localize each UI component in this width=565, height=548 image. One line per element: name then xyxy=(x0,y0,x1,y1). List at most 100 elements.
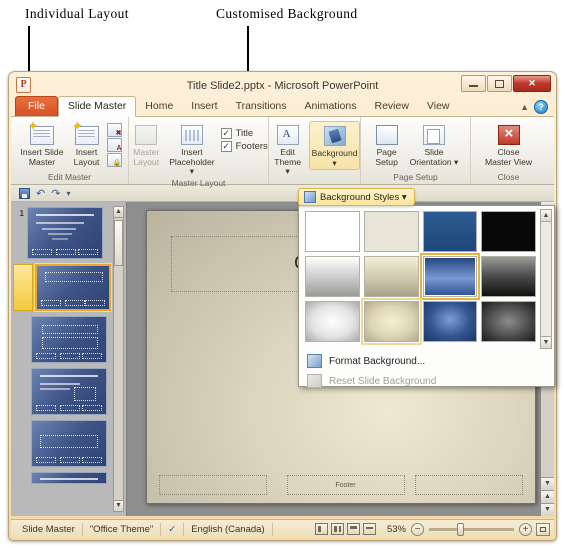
menu-item-format-background-label: Format Background... xyxy=(329,355,426,367)
thumbnail-scroll-down-icon[interactable]: ▼ xyxy=(114,500,123,511)
annotation-label-customised-background: Customised Background xyxy=(216,6,358,21)
normal-view-icon[interactable] xyxy=(314,523,328,535)
tab-home[interactable]: Home xyxy=(136,97,182,116)
thumbnail-slide-master[interactable] xyxy=(27,207,103,259)
window-title: Title Slide2.pptx - Microsoft PowerPoint xyxy=(186,79,379,92)
thumbnail-layout[interactable] xyxy=(31,316,107,363)
preserve-icon[interactable]: 🔒 xyxy=(106,153,122,167)
gallery-scrollbar[interactable]: ▲ ▼ xyxy=(540,209,552,349)
close-master-view-button[interactable]: Close Master View xyxy=(482,121,535,168)
ribbon-group-title-page-setup: Page Setup xyxy=(393,172,438,182)
background-swatch-8[interactable] xyxy=(481,256,536,297)
background-button[interactable]: Background ▾ xyxy=(309,121,360,170)
zoom-slider-handle[interactable] xyxy=(457,522,464,536)
redo-icon[interactable]: ↷ xyxy=(51,187,60,200)
spellcheck-icon[interactable]: ✓ xyxy=(161,522,185,536)
thumbnail-layout[interactable] xyxy=(31,368,107,415)
thumbnail-scroll-thumb[interactable] xyxy=(114,220,123,266)
edit-theme-icon xyxy=(275,122,301,146)
tab-transitions[interactable]: Transitions xyxy=(227,97,296,116)
zoom-out-button[interactable]: − xyxy=(411,522,424,536)
tab-slide-master[interactable]: Slide Master xyxy=(57,96,137,117)
tab-review[interactable]: Review xyxy=(365,97,417,116)
ribbon-group-master-layout: Master Layout Insert Placeholder ▾ ✓ Tit… xyxy=(129,117,269,188)
menu-item-format-background[interactable]: Format Background... xyxy=(299,351,554,371)
customize-quick-access-icon[interactable]: ▾ xyxy=(66,189,70,198)
tab-file[interactable]: File xyxy=(15,96,58,116)
gallery-scroll-down-icon[interactable]: ▼ xyxy=(541,336,551,348)
edit-theme-button[interactable]: Edit Theme ▾ xyxy=(269,121,306,178)
thumbnail-layout-selected[interactable] xyxy=(35,264,111,311)
ribbon-group-title-master-layout: Master Layout xyxy=(171,177,226,188)
background-swatch-9[interactable] xyxy=(305,301,360,342)
background-swatch-6[interactable] xyxy=(363,256,419,297)
insert-placeholder-label: Insert Placeholder ▾ xyxy=(169,147,215,176)
thumbnail-layout[interactable] xyxy=(31,420,107,467)
background-swatch-2[interactable] xyxy=(363,211,419,252)
insert-slide-master-icon: ✦ xyxy=(28,120,55,146)
thumbnail-row-master[interactable]: 1 xyxy=(15,207,126,259)
master-layout-button[interactable]: Master Layout xyxy=(129,121,163,168)
tab-animations[interactable]: Animations xyxy=(296,97,366,116)
gallery-scroll-up-icon[interactable]: ▲ xyxy=(541,210,551,222)
background-swatch-11[interactable] xyxy=(422,301,478,342)
slide-sorter-icon[interactable] xyxy=(330,523,344,535)
thumbnail-row-layout-5[interactable] xyxy=(31,472,126,484)
collapse-ribbon-icon[interactable]: ▲ xyxy=(520,102,529,112)
status-language[interactable]: English (Canada) xyxy=(184,522,273,536)
thumbnail-layout[interactable] xyxy=(31,472,107,484)
background-swatch-3[interactable] xyxy=(422,211,478,252)
slide-thumbnail-pane[interactable]: 1 ▲ ▼ xyxy=(11,202,127,516)
thumbnail-scrollbar[interactable]: ▲ ▼ xyxy=(113,206,124,512)
fit-to-window-icon[interactable] xyxy=(536,522,550,536)
title-checkbox[interactable]: ✓ xyxy=(220,128,232,139)
slide-next-icon[interactable]: ▼ xyxy=(541,477,554,490)
save-icon[interactable] xyxy=(19,187,30,199)
background-styles-dropdown[interactable]: ▲ ▼ Format Background... Reset Slide Bac… xyxy=(298,205,555,388)
tab-view[interactable]: View xyxy=(418,97,459,116)
slideshow-icon[interactable] xyxy=(362,523,376,535)
undo-icon[interactable]: ↶ xyxy=(36,187,45,200)
help-icon[interactable]: ? xyxy=(534,100,548,114)
slide-scroll-down-icon[interactable]: ▼ xyxy=(541,503,554,516)
zoom-in-button[interactable]: + xyxy=(519,522,532,536)
menu-item-reset-slide-background[interactable]: Reset Slide Background xyxy=(299,371,554,391)
status-theme-name[interactable]: "Office Theme" xyxy=(83,522,162,536)
page-setup-label: Page Setup xyxy=(375,147,398,167)
thumbnail-row-layout-4[interactable] xyxy=(31,420,126,467)
slide-orientation-label: Slide Orientation ▾ xyxy=(409,147,459,167)
minimize-button[interactable] xyxy=(461,75,486,92)
footer-placeholder-left[interactable] xyxy=(158,475,267,495)
rename-icon[interactable]: A xyxy=(106,138,122,152)
background-swatch-12[interactable] xyxy=(481,301,536,342)
thumbnail-row-layout-3[interactable] xyxy=(31,368,126,415)
thumbnail-row-selected-layout[interactable] xyxy=(13,264,126,311)
title-checkbox-row[interactable]: ✓ Title xyxy=(220,128,268,139)
background-swatch-10-hover[interactable] xyxy=(360,298,422,345)
page-setup-button[interactable]: Page Setup xyxy=(370,121,404,168)
thumbnail-row-layout-2[interactable] xyxy=(31,316,126,363)
slide-orientation-button[interactable]: Slide Orientation ▾ xyxy=(407,121,462,168)
footers-checkbox[interactable]: ✓ xyxy=(220,141,232,152)
background-swatch-5[interactable] xyxy=(305,256,360,297)
reading-view-icon[interactable] xyxy=(346,523,360,535)
footer-placeholder-center[interactable]: Footer xyxy=(286,475,405,495)
tab-insert[interactable]: Insert xyxy=(182,97,226,116)
footer-placeholder-right[interactable] xyxy=(414,475,523,495)
thumbnail-scroll-up-icon[interactable]: ▲ xyxy=(114,207,123,218)
slide-prev-icon[interactable]: ▲ xyxy=(541,490,554,503)
insert-layout-button[interactable]: ✦ Insert Layout xyxy=(70,120,104,168)
delete-icon[interactable]: ✖ xyxy=(106,123,122,137)
close-button[interactable]: ✕ xyxy=(513,75,551,92)
footers-checkbox-row[interactable]: ✓ Footers xyxy=(220,141,268,152)
background-swatch-4[interactable] xyxy=(481,211,536,252)
insert-placeholder-button[interactable]: Insert Placeholder ▾ xyxy=(166,121,217,178)
ribbon: ✦ Insert Slide Master ✦ Insert Layout ✖ … xyxy=(11,117,554,188)
insert-slide-master-button[interactable]: ✦ Insert Slide Master xyxy=(18,120,67,168)
background-swatch-7-selected[interactable] xyxy=(419,253,481,300)
slide-orientation-icon xyxy=(421,122,447,146)
background-swatch-1[interactable] xyxy=(305,211,360,252)
maximize-button[interactable] xyxy=(487,75,512,92)
zoom-slider[interactable] xyxy=(429,522,514,536)
format-background-icon xyxy=(307,354,322,368)
